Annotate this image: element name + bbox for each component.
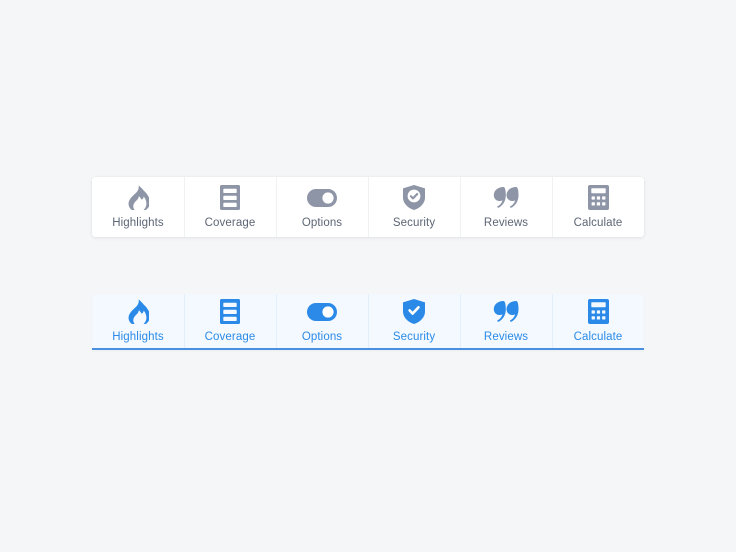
tab-coverage[interactable]: Coverage [184, 177, 276, 237]
tab-label: Reviews [483, 216, 529, 229]
tab-coverage-active[interactable]: Coverage [184, 294, 276, 348]
tab-highlights[interactable]: Highlights [92, 177, 184, 237]
tab-options-active[interactable]: Options [276, 294, 368, 348]
tab-label: Coverage [204, 216, 256, 229]
tab-label: Calculate [573, 330, 623, 343]
tab-label: Calculate [573, 216, 623, 229]
tab-highlights-active[interactable]: Highlights [92, 294, 184, 348]
quote-icon [493, 185, 519, 211]
tab-calculate[interactable]: Calculate [552, 177, 644, 237]
tab-label: Coverage [204, 330, 256, 343]
shield-check-icon [403, 299, 425, 325]
tab-label: Highlights [112, 216, 164, 229]
tab-label: Options [301, 330, 343, 343]
shield-check-icon [403, 185, 425, 211]
document-lines-icon [220, 185, 240, 211]
toggle-icon [307, 185, 337, 211]
flame-icon [127, 185, 149, 211]
page-canvas: Highlights Coverage Options Security Rev… [0, 0, 736, 552]
calculator-icon [587, 299, 609, 325]
tab-label: Security [392, 330, 436, 343]
active-tabbar: Highlights Coverage Options Security Rev… [92, 294, 644, 350]
tab-label: Reviews [483, 330, 529, 343]
tab-security-active[interactable]: Security [368, 294, 460, 348]
tab-reviews[interactable]: Reviews [460, 177, 552, 237]
tab-reviews-active[interactable]: Reviews [460, 294, 552, 348]
quote-icon [493, 299, 519, 325]
calculator-icon [587, 185, 609, 211]
tab-security[interactable]: Security [368, 177, 460, 237]
tab-label: Options [301, 216, 343, 229]
tab-label: Highlights [112, 330, 164, 343]
tab-options[interactable]: Options [276, 177, 368, 237]
inactive-tabbar: Highlights Coverage Options Security Rev… [92, 177, 644, 237]
tab-calculate-active[interactable]: Calculate [552, 294, 644, 348]
document-lines-icon [220, 299, 240, 325]
flame-icon [127, 299, 149, 325]
toggle-icon [307, 299, 337, 325]
tab-label: Security [392, 216, 436, 229]
